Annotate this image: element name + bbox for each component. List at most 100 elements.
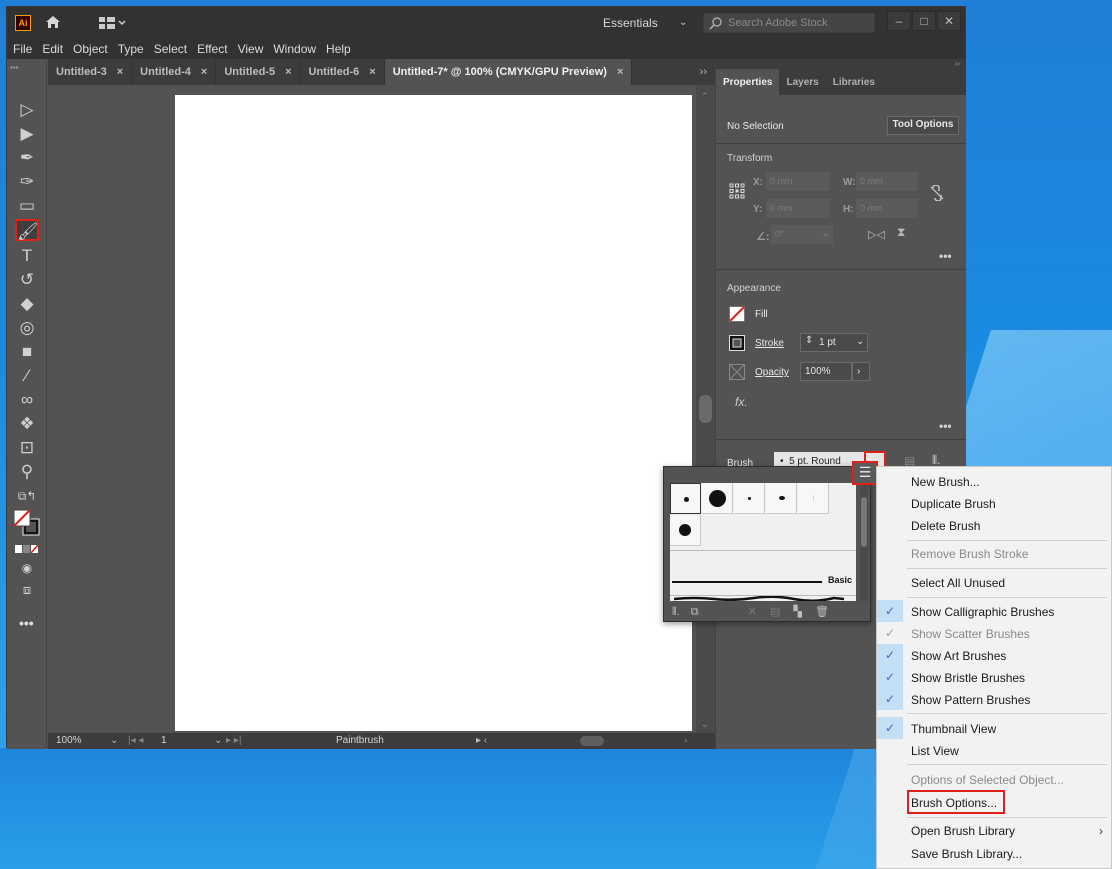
rectangle-tool-icon[interactable]: ▭ (15, 195, 39, 217)
menu-item-open-brush-library[interactable]: Open Brush Library (911, 824, 1015, 838)
charcoal-brush-stroke[interactable] (674, 596, 850, 601)
close-icon[interactable]: × (369, 66, 375, 78)
chevron-down-icon[interactable]: ⌄ (679, 17, 687, 28)
opacity-field[interactable]: 100% (800, 362, 852, 381)
scroll-up-icon[interactable]: ⌃ (701, 91, 709, 102)
direct-selection-tool-icon[interactable]: ▶ (15, 123, 39, 145)
canvas-area[interactable] (48, 85, 696, 733)
gradient-tool-icon[interactable]: ■ (15, 341, 39, 363)
close-icon[interactable]: × (617, 66, 623, 78)
menu-item-new-brush[interactable]: New Brush... (911, 475, 980, 489)
screen-mode-icon[interactable]: ⧈ (15, 579, 39, 601)
tab-layers[interactable]: Layers (779, 69, 825, 95)
shape-builder-tool-icon[interactable]: ◎ (15, 317, 39, 339)
menu-item-show-scatter[interactable]: Show Scatter Brushes (911, 627, 1030, 641)
minimize-button[interactable]: – (887, 11, 911, 31)
panel-grip-icon[interactable]: ▪▪▪ (10, 63, 36, 72)
menu-window[interactable]: Window (273, 42, 316, 56)
reference-point-icon[interactable] (729, 183, 745, 199)
menu-object[interactable]: Object (73, 42, 108, 56)
rotate-tool-icon[interactable]: ↺ (15, 269, 39, 291)
menu-item-save-brush-library[interactable]: Save Brush Library... (911, 847, 1022, 861)
tab-untitled-5[interactable]: Untitled-5 × (216, 59, 301, 85)
swap-fill-stroke-icon[interactable]: ⧉↰ (15, 485, 39, 507)
opacity-arrow-icon[interactable]: › (852, 362, 870, 381)
tab-libraries[interactable]: Libraries (826, 69, 882, 95)
panel-menu-icon[interactable]: ☰ (852, 461, 878, 485)
curvature-tool-icon[interactable]: ✑ (15, 171, 39, 193)
more-options-icon[interactable]: ••• (939, 419, 952, 433)
menu-type[interactable]: Type (118, 42, 144, 56)
workspace-label[interactable]: Essentials (603, 16, 658, 30)
stroke-swatch-icon[interactable] (729, 335, 745, 351)
y-field[interactable]: 0 mm (766, 199, 830, 218)
menu-item-show-pattern[interactable]: Show Pattern Brushes (911, 693, 1030, 707)
brush-swatch[interactable] (734, 483, 765, 514)
tab-properties[interactable]: Properties (716, 69, 780, 95)
menu-help[interactable]: Help (326, 42, 351, 56)
vertical-scrollbar[interactable]: ⌃ ⌄ (696, 85, 715, 733)
menu-item-select-all-unused[interactable]: Select All Unused (911, 576, 1005, 590)
width-field[interactable]: 0 mm (856, 172, 918, 191)
edit-toolbar-icon[interactable]: ••• (19, 615, 34, 631)
opacity-label[interactable]: Opacity (755, 367, 789, 378)
scroll-thumb[interactable] (699, 395, 712, 423)
menu-item-brush-options[interactable]: Brush Options... (911, 796, 997, 810)
close-icon[interactable]: × (201, 66, 207, 78)
menu-item-remove-brush-stroke[interactable]: Remove Brush Stroke (911, 547, 1028, 561)
trash-icon[interactable]: 🗑 (815, 606, 829, 618)
status-menu-icon[interactable]: ▸ ‹ (476, 735, 487, 746)
artboard-tool-icon[interactable]: ⊡ (15, 437, 39, 459)
fill-swatch-icon[interactable] (729, 306, 745, 322)
stroke-dropdown-icon[interactable]: ⌄ (856, 336, 864, 347)
place-brush-icon[interactable]: ⧉ (691, 606, 699, 618)
popover-scrollbar[interactable] (860, 483, 868, 601)
draw-mode-icon[interactable]: ◉ (15, 557, 39, 579)
eyedropper-tool-icon[interactable]: ⁄ (15, 365, 39, 387)
menu-item-delete-brush[interactable]: Delete Brush (911, 519, 980, 533)
workspace-switcher-icon[interactable] (99, 16, 127, 30)
brush-libraries-icon[interactable]: ⫴. (672, 606, 680, 618)
paintbrush-tool-icon[interactable]: 🖌 (15, 219, 39, 241)
brush-swatch[interactable] (798, 483, 829, 514)
more-options-icon[interactable]: ••• (939, 249, 952, 263)
panel-collapse-icon[interactable]: ›› (716, 59, 966, 69)
menu-effect[interactable]: Effect (197, 42, 227, 56)
angle-dropdown-icon[interactable]: ⌄ (822, 228, 830, 239)
brush-swatch[interactable] (702, 483, 733, 514)
scroll-thumb[interactable] (861, 497, 867, 547)
scroll-down-icon[interactable]: ⌄ (701, 719, 709, 730)
type-tool-icon[interactable]: T (15, 245, 39, 267)
brush-swatch[interactable] (670, 515, 701, 546)
brush-swatch[interactable] (766, 483, 797, 514)
remove-stroke-icon[interactable]: ✕ (748, 606, 757, 618)
menu-item-show-bristle[interactable]: Show Bristle Brushes (911, 671, 1025, 685)
tab-untitled-6[interactable]: Untitled-6 × (300, 59, 385, 85)
home-icon[interactable] (45, 14, 61, 30)
close-window-button[interactable]: ✕ (937, 11, 961, 31)
zoom-level[interactable]: 100% (56, 735, 82, 746)
menu-item-list-view[interactable]: List View (911, 744, 959, 758)
menu-file[interactable]: File (13, 42, 32, 56)
stroke-label[interactable]: Stroke (755, 338, 784, 349)
more-tabs-icon[interactable]: ›› (692, 59, 715, 85)
artboard-number[interactable]: 1 (161, 735, 167, 746)
next-artboard-icon[interactable]: ▸ ▸| (226, 735, 241, 746)
menu-edit[interactable]: Edit (42, 42, 63, 56)
stepper-icon[interactable]: ⇕ (805, 335, 813, 346)
selection-tool-icon[interactable]: ▷ (15, 99, 39, 121)
zoom-tool-icon[interactable]: ⚲ (15, 461, 39, 483)
close-icon[interactable]: × (117, 66, 123, 78)
scroll-right-icon[interactable]: › (684, 735, 687, 746)
options-icon[interactable]: ▤ (770, 606, 780, 618)
constrain-proportions-icon[interactable] (929, 185, 945, 201)
menu-item-duplicate-brush[interactable]: Duplicate Brush (911, 497, 996, 511)
opacity-icon[interactable] (729, 364, 745, 380)
eraser-tool-icon[interactable]: ◆ (15, 293, 39, 315)
symbol-sprayer-tool-icon[interactable]: ❖ (15, 413, 39, 435)
tab-untitled-3[interactable]: Untitled-3 × (48, 59, 133, 85)
blend-tool-icon[interactable]: ∞ (15, 389, 39, 411)
pen-tool-icon[interactable]: ✒ (15, 147, 39, 169)
menu-select[interactable]: Select (154, 42, 187, 56)
new-brush-icon[interactable]: ▚ (793, 606, 801, 618)
